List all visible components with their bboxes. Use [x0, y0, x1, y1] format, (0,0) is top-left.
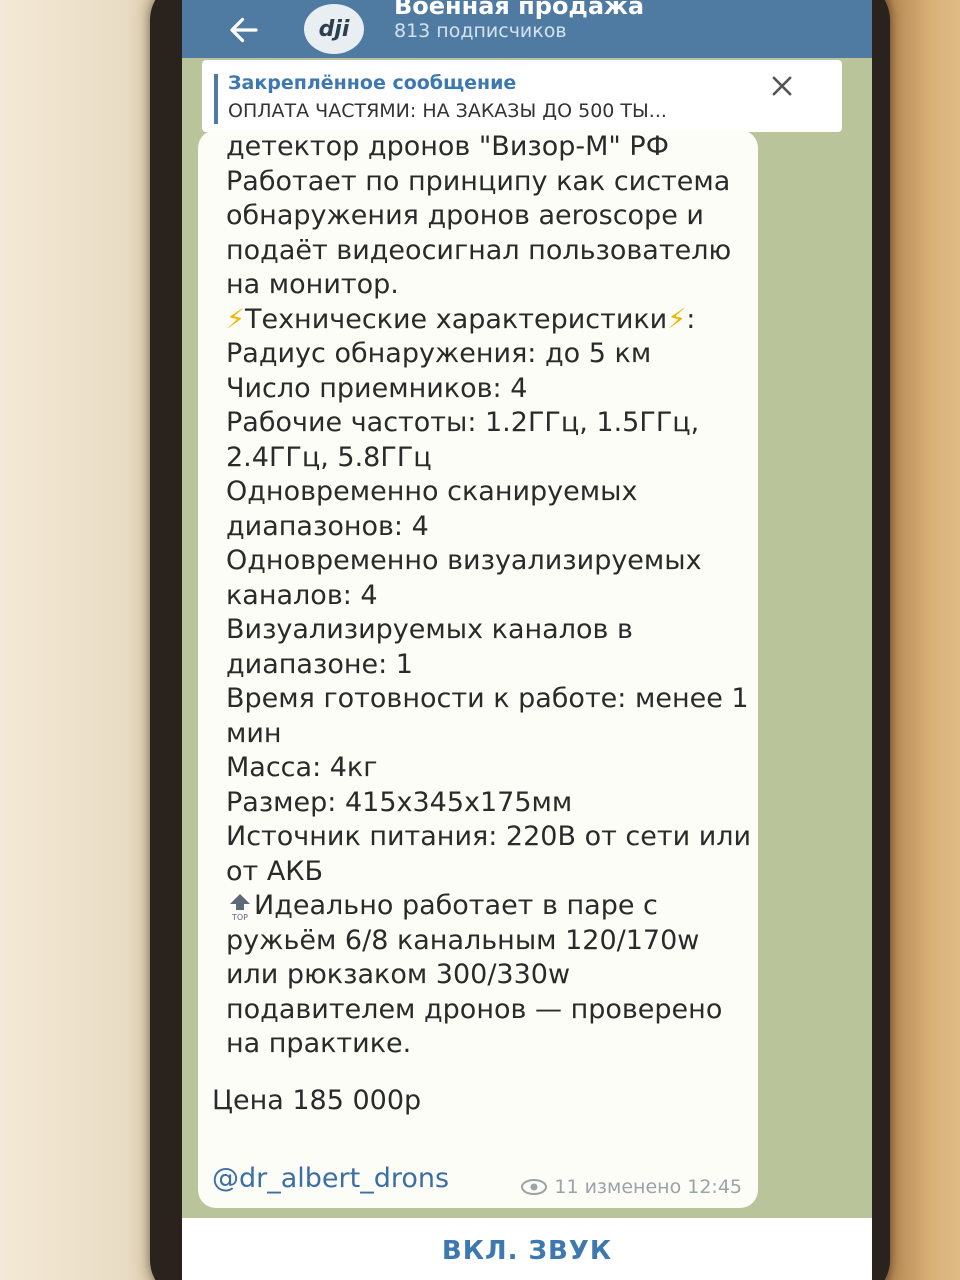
message-line: детектор дронов "Визор-М" РФ [226, 131, 669, 162]
pinned-indicator [214, 74, 218, 124]
edited-time: изменено 12:45 [584, 1176, 742, 1198]
price-text: Цена 185 000р [212, 1085, 422, 1116]
message-line: на монитор. [226, 269, 399, 300]
message-line: Масса: 4кг [226, 752, 378, 783]
message-line: Работает по принципу как система [226, 165, 731, 197]
close-icon[interactable] [768, 72, 796, 100]
pinned-message-bar[interactable]: Закреплённое сообщение ОПЛАТА ЧАСТЯМИ: Н… [202, 60, 842, 132]
top-arrow-icon: TOP [230, 893, 250, 922]
message-line: мин [226, 717, 282, 749]
svg-text:TOP: TOP [231, 913, 248, 922]
message-line-text: Технические характеристики [244, 303, 668, 335]
bottom-bar: ВКЛ. ЗВУК [182, 1218, 872, 1280]
message-bubble: детектор дронов "Визор-М" РФ Работает по … [198, 130, 758, 1208]
channel-header: dji Военная продажа 813 подписчиков [182, 0, 872, 58]
message-line: ⚡Технические характеристики⚡: [226, 303, 766, 338]
message-line: Радиус обнаружения: до 5 км [226, 338, 652, 369]
message-line: Размер: 415x345x175мм [226, 786, 573, 818]
channel-avatar[interactable]: dji [304, 4, 364, 54]
message-line-text: Идеально работает в паре с [254, 890, 658, 921]
message-line: Одновременно сканируемых [226, 476, 638, 507]
message-line: обнаружения дронов aeroscope и [226, 200, 704, 231]
message-text: детектор дронов "Визор-М" РФ Работает по … [226, 130, 766, 1062]
message-line: 2.4ГГц, 5.8ГГц [226, 441, 432, 473]
pinned-text: ОПЛАТА ЧАСТЯМИ: НА ЗАКАЗЫ ДО 500 ТЫ... [228, 100, 667, 122]
subscriber-count: 813 подписчиков [394, 20, 567, 42]
message-line: Число приемников: 4 [226, 372, 528, 404]
message-meta: 11 изменено 12:45 [520, 1176, 742, 1198]
message-line: диапазонов: 4 [226, 510, 429, 542]
avatar-text: dji [318, 16, 350, 42]
eye-icon [521, 1179, 548, 1195]
channel-title[interactable]: Военная продажа [394, 0, 644, 20]
message-line: подаёт видеосигнал пользователю [226, 234, 732, 266]
message-line: ружьём 6/8 канальным 120/170w [226, 924, 700, 956]
lightning-icon: ⚡ [667, 303, 687, 335]
unmute-button[interactable]: ВКЛ. ЗВУК [182, 1236, 872, 1266]
message-line: диапазоне: 1 [226, 648, 413, 680]
username-link[interactable]: @dr_albert_drons [212, 1163, 449, 1194]
phone-screen: dji Военная продажа 813 подписчиков Закр… [182, 0, 872, 1280]
message-line: на практике. [226, 1028, 412, 1059]
message-line: Источник питания: 220В от сети или [226, 821, 752, 852]
message-line: Время готовности к работе: менее 1 [226, 683, 749, 714]
message-line: подавителем дронов — проверено [226, 993, 723, 1025]
message-line: TOP Идеально работает в паре с [226, 889, 766, 924]
message-line: от АКБ [226, 855, 323, 887]
lightning-icon: ⚡ [226, 303, 245, 335]
pinned-title: Закреплённое сообщение [228, 72, 517, 94]
back-arrow-icon[interactable] [226, 12, 262, 48]
message-line: Одновременно визуализируемых [226, 545, 702, 576]
message-line: или рюкзаком 300/330w [226, 959, 571, 990]
message-line: Визуализируемых каналов в [226, 614, 633, 645]
message-line-text: : [686, 303, 696, 335]
view-count: 11 [554, 1176, 579, 1198]
message-line: Рабочие частоты: 1.2ГГц, 1.5ГГц, [226, 407, 700, 438]
message-line: каналов: 4 [226, 579, 378, 611]
